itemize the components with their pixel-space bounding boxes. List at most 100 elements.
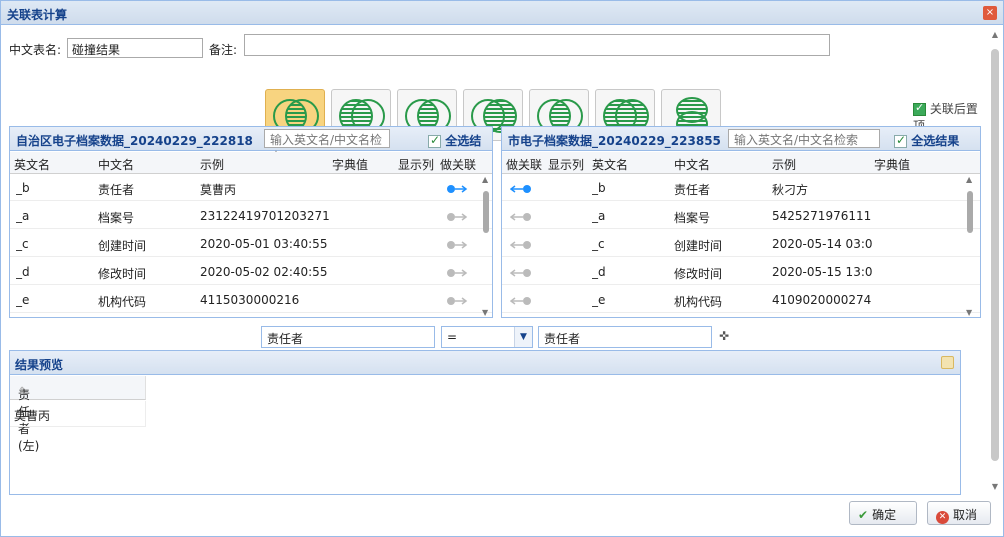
cell-en: _e [16, 293, 30, 307]
scroll-down-icon[interactable]: ▼ [482, 308, 488, 317]
table-row[interactable]: _a 档案号 54252719761112 [502, 203, 980, 229]
right-panel-header: 市电子档案数据_20240229_223855 输入英文名/中文名检索 全选结果 [502, 127, 980, 151]
cell-example: 2020-05-14 03:04 [772, 237, 872, 251]
cell-cn: 创建时间 [674, 239, 723, 253]
link-toggle-icon[interactable] [446, 241, 468, 249]
col-en[interactable]: 英文名 [592, 156, 628, 173]
left-panel-header: 自治区电子档案数据_20240229_222818 输入英文名/中文名检索 全选… [10, 127, 492, 164]
close-icon[interactable]: × [983, 6, 997, 20]
left-select-all[interactable]: 全选结 [428, 132, 481, 149]
pin-after-checkbox[interactable] [913, 101, 926, 116]
right-select-all[interactable]: 全选结果 [894, 132, 959, 149]
chevron-down-icon[interactable]: ▼ [514, 327, 532, 347]
left-scroll-thumb[interactable] [483, 191, 489, 233]
table-row[interactable]: _e 机构代码 4109020000274 [502, 287, 980, 313]
cn-name-label: 中文表名: [9, 43, 62, 57]
col-dict[interactable]: 字典值 [332, 156, 368, 173]
sort-icon[interactable]: ⇕ [18, 386, 26, 397]
col-example[interactable]: 示例 [772, 156, 796, 173]
left-select-all-checkbox[interactable] [428, 133, 441, 148]
export-icon[interactable] [941, 356, 954, 369]
table-row[interactable]: _d 修改时间 2020-05-15 13:04 [502, 259, 980, 285]
right-column-header: 做关联 显示列 英文名 中文名 示例 字典值 [502, 152, 980, 174]
result-preview-panel: 结果预览 责任者(左) ⇕ 莫曹丙 [9, 350, 961, 495]
col-link[interactable]: 做关联 [506, 156, 542, 173]
col-cn[interactable]: 中文名 [674, 156, 710, 173]
table-row[interactable]: _e 机构代码 4115030000216 [10, 287, 492, 313]
scroll-down-icon[interactable]: ▼ [991, 483, 999, 491]
right-panel-title: 市电子档案数据_20240229_223855 [508, 134, 721, 148]
result-title: 结果预览 [15, 358, 64, 372]
cell-en: _b [592, 181, 606, 195]
table-row[interactable]: _b 责任者 莫曹丙 [10, 175, 492, 201]
cell-example: 2020-05-15 13:04 [772, 265, 872, 279]
join-left-field[interactable]: 责任者 [261, 326, 435, 348]
left-scrollbar[interactable]: ▲ ▼ [482, 175, 490, 317]
window-title: 关联表计算 [7, 8, 68, 22]
result-cell: 莫曹丙 [10, 401, 146, 427]
link-toggle-icon[interactable] [446, 185, 468, 193]
cell-cn: 机构代码 [674, 295, 723, 309]
note-input[interactable] [244, 34, 830, 56]
col-link[interactable]: 做关联 [440, 156, 476, 173]
col-dict[interactable]: 字典值 [874, 156, 910, 173]
cell-cn: 修改时间 [98, 267, 147, 281]
right-scroll-thumb[interactable] [967, 191, 973, 233]
cell-cn: 档案号 [98, 211, 135, 225]
cell-example: 2020-05-02 02:40:55 [200, 265, 328, 279]
cn-name-input[interactable]: 碰撞结果 [67, 38, 203, 58]
link-toggle-icon[interactable] [446, 269, 468, 277]
link-toggle-icon[interactable] [446, 213, 468, 221]
table-row[interactable]: _d 修改时间 2020-05-02 02:40:55 [10, 259, 492, 285]
left-panel-title: 自治区电子档案数据_20240229_222818 [16, 134, 253, 148]
cell-en: _c [592, 237, 605, 251]
join-right-field[interactable]: 责任者 [538, 326, 712, 348]
link-toggle-icon[interactable] [510, 213, 532, 221]
cancel-button[interactable]: ✕ 取消 [927, 501, 991, 525]
table-row[interactable]: _c 创建时间 2020-05-01 03:40:55 [10, 231, 492, 257]
col-example[interactable]: 示例 [200, 156, 224, 173]
link-toggle-icon[interactable] [510, 297, 532, 305]
add-condition-icon[interactable]: ✜ [719, 329, 729, 343]
scroll-up-icon[interactable]: ▲ [991, 31, 999, 39]
window-scrollbar[interactable]: ▲ ▼ [989, 31, 1001, 491]
join-operator-select[interactable]: = ▼ [441, 326, 533, 348]
cell-example: 莫曹丙 [200, 183, 237, 197]
cell-example: 54252719761112 [772, 209, 872, 223]
left-search-input[interactable]: 输入英文名/中文名检索 [264, 129, 390, 164]
cell-cn: 创建时间 [98, 239, 147, 253]
col-cn[interactable]: 中文名 [98, 156, 134, 173]
table-row[interactable]: _b 责任者 秋刁方 [502, 175, 980, 201]
cell-cn: 修改时间 [674, 267, 723, 281]
cell-example: 秋刁方 [772, 183, 809, 197]
window-scroll-thumb[interactable] [991, 49, 999, 461]
right-select-all-checkbox[interactable] [894, 133, 907, 148]
table-row[interactable]: _c 创建时间 2020-05-14 03:04 [502, 231, 980, 257]
col-en[interactable]: 英文名 [14, 156, 50, 173]
dialog-window: 关联表计算 × 中文表名: 碰撞结果 备注: 关联后置顶 自治区电子档案数据_2… [0, 0, 1004, 537]
cell-en: _a [16, 209, 30, 223]
right-search-input[interactable]: 输入英文名/中文名检索 [728, 129, 880, 148]
result-cell-value: 莫曹丙 [14, 409, 51, 423]
cell-cn: 档案号 [674, 211, 711, 225]
right-scrollbar[interactable]: ▲ ▼ [966, 175, 974, 317]
cell-cn: 责任者 [98, 183, 135, 197]
link-toggle-icon[interactable] [510, 269, 532, 277]
scroll-up-icon[interactable]: ▲ [482, 175, 488, 184]
scroll-up-icon[interactable]: ▲ [966, 175, 972, 184]
table-row[interactable]: _a 档案号 231224197012032719 [10, 203, 492, 229]
cell-example: 4115030000216 [200, 293, 300, 307]
link-toggle-icon[interactable] [510, 241, 532, 249]
link-toggle-icon[interactable] [510, 185, 532, 193]
col-show[interactable]: 显示列 [398, 156, 434, 173]
cell-cn: 机构代码 [98, 295, 147, 309]
col-show[interactable]: 显示列 [548, 156, 584, 173]
link-toggle-icon[interactable] [446, 297, 468, 305]
left-column-header: 英文名 中文名 示例 字典值 显示列 做关联 [10, 152, 492, 174]
cell-en: _d [592, 265, 606, 279]
ok-button-label: 确定 [872, 508, 897, 522]
title-bar[interactable]: 关联表计算 × [1, 1, 1003, 25]
result-column-header[interactable]: 责任者(左) ⇕ [10, 376, 146, 453]
ok-button[interactable]: ✔ 确定 [849, 501, 917, 525]
scroll-down-icon[interactable]: ▼ [966, 308, 972, 317]
